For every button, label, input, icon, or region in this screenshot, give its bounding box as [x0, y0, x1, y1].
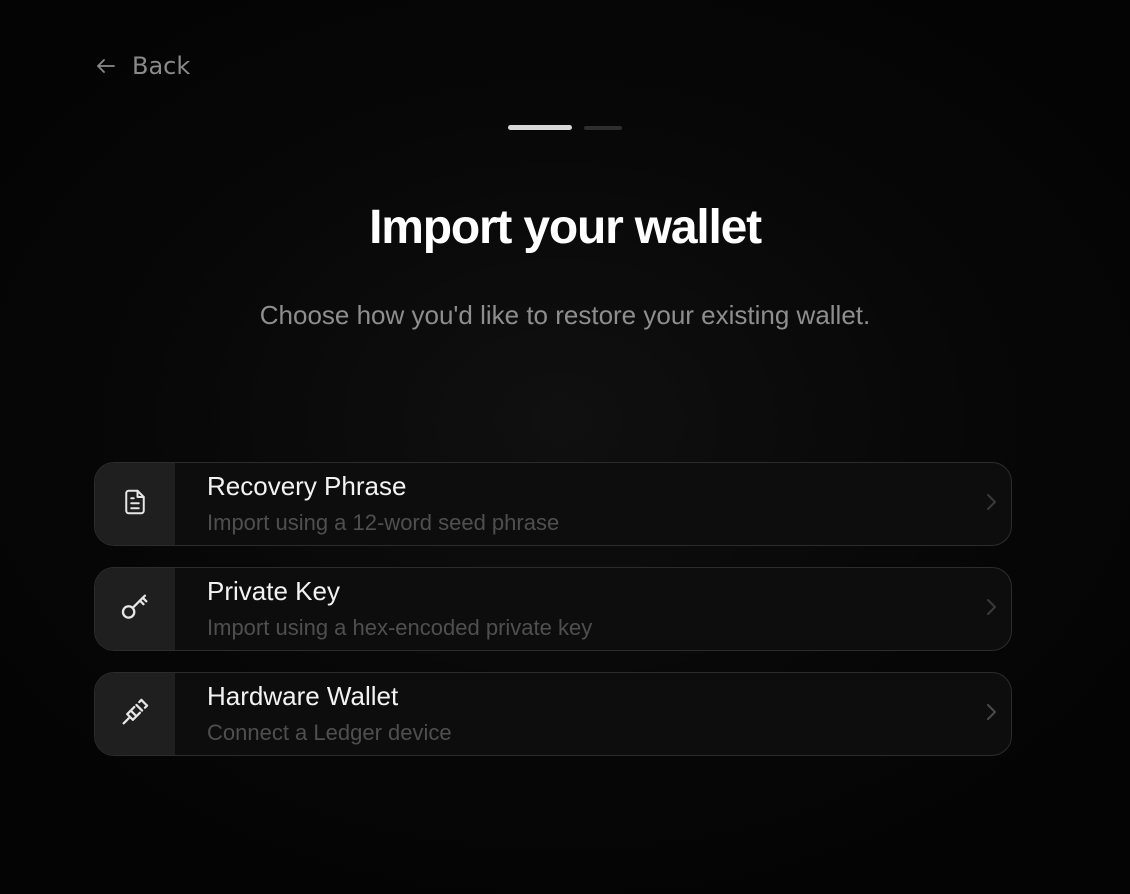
option-label: Private Key: [207, 576, 340, 606]
option-label: Hardware Wallet: [207, 681, 399, 711]
import-options-list: Recovery Phrase Import using a 12-word s…: [94, 462, 1012, 777]
back-label: Back: [132, 52, 191, 80]
option-recovery-phrase[interactable]: Recovery Phrase Import using a 12-word s…: [94, 462, 1012, 546]
option-icon-box: [95, 673, 175, 755]
option-hardware-wallet[interactable]: Hardware Wallet Connect a Ledger device: [94, 672, 1012, 756]
usb-plug-icon: [118, 695, 152, 733]
document-icon: [120, 487, 150, 521]
step-progress: [0, 125, 1130, 130]
back-button[interactable]: Back: [94, 48, 190, 84]
option-description: Connect a Ledger device: [207, 720, 452, 745]
chevron-right-icon: [983, 491, 999, 517]
option-icon-box: [95, 463, 175, 545]
progress-step-1: [508, 125, 572, 130]
option-description: Import using a 12-word seed phrase: [207, 510, 560, 535]
option-description: Import using a hex-encoded private key: [207, 615, 593, 640]
chevron-right-icon: [983, 596, 999, 622]
arrow-left-icon: [94, 54, 118, 78]
progress-step-2: [584, 126, 622, 130]
option-label: Recovery Phrase: [207, 471, 407, 501]
import-wallet-screen: Back Import your wallet Choose how you'd…: [0, 0, 1130, 894]
option-icon-box: [95, 568, 175, 650]
page-subtitle: Choose how you'd like to restore your ex…: [259, 300, 871, 330]
page-title: Import your wallet: [369, 201, 762, 254]
key-icon: [118, 590, 152, 628]
option-private-key[interactable]: Private Key Import using a hex-encoded p…: [94, 567, 1012, 651]
chevron-right-icon: [983, 701, 999, 727]
